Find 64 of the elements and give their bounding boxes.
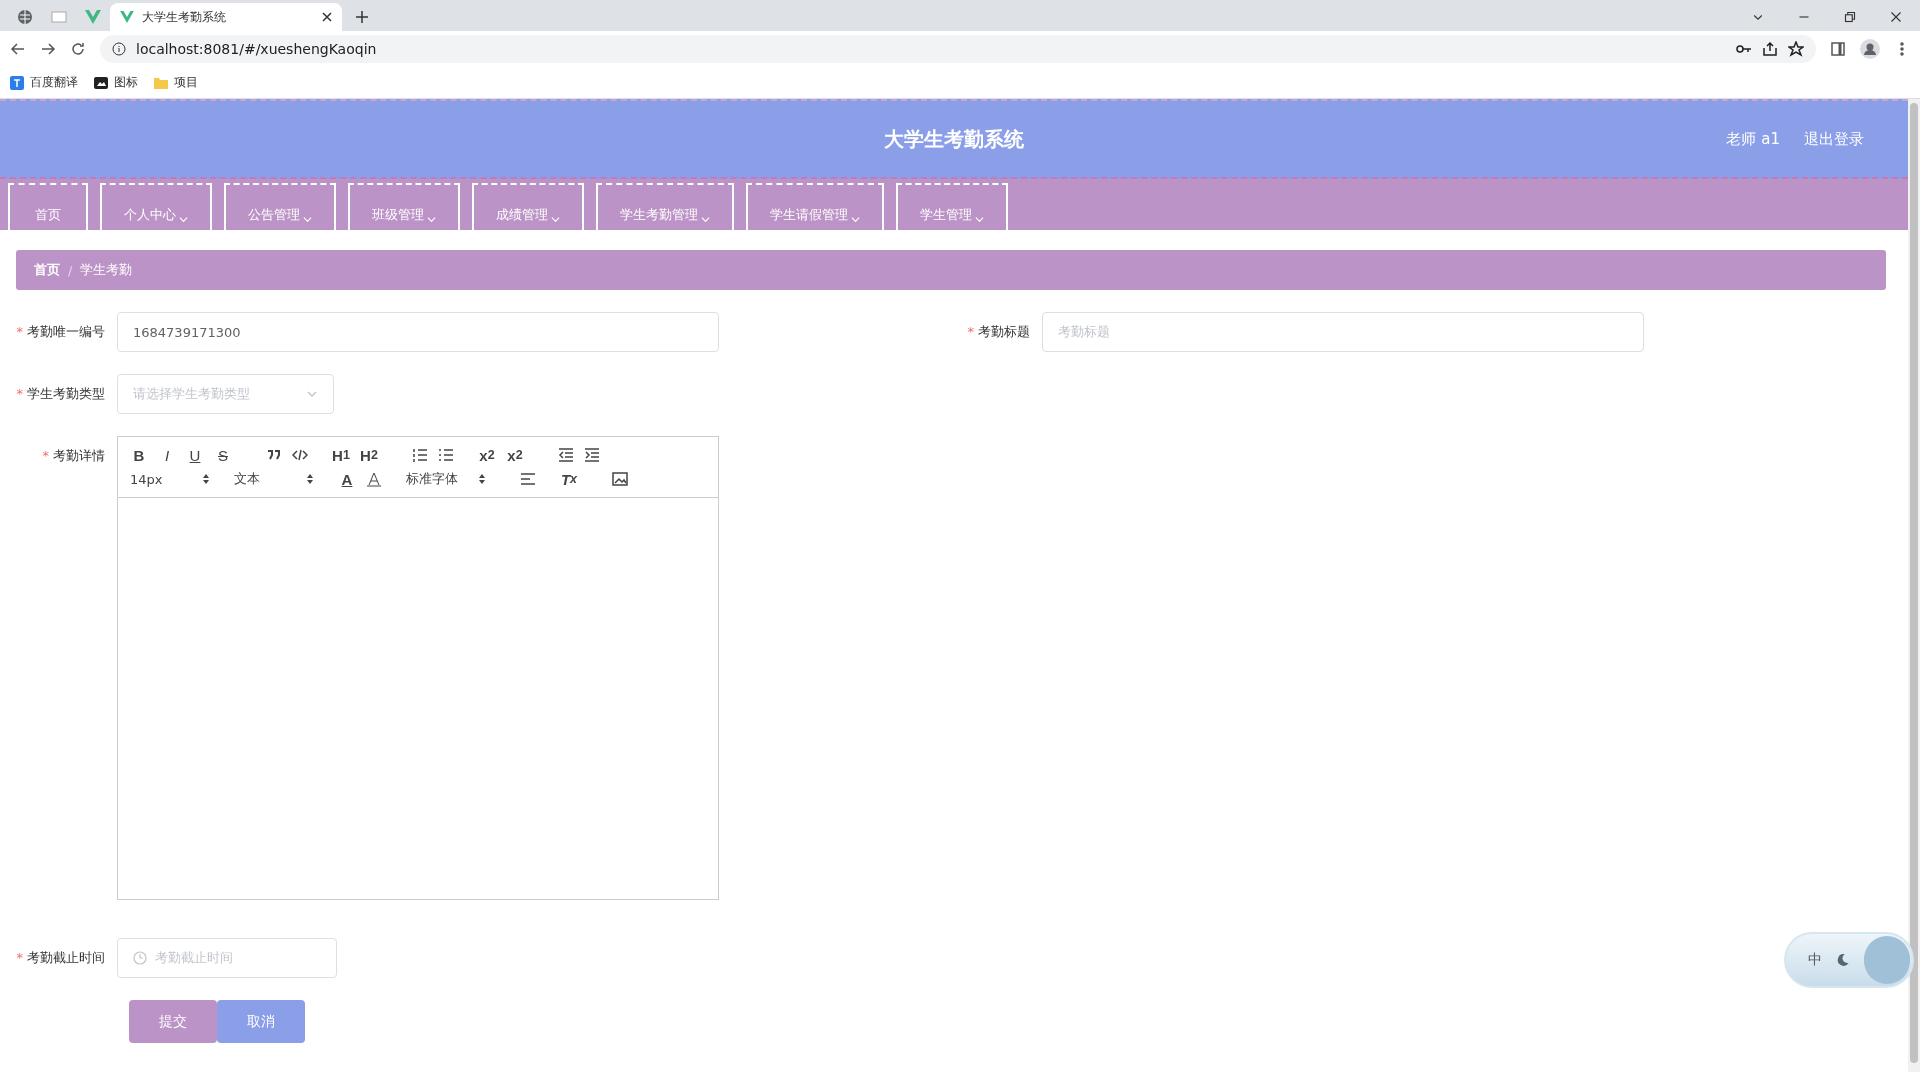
image-icon [94,75,108,90]
highlight-icon[interactable] [366,471,382,487]
address-bar[interactable]: localhost:8081/#/xueshengKaoqin [100,35,1816,63]
required-mark: * [967,323,975,341]
toolbar-select[interactable]: 14px [130,471,210,487]
field-label: 考勤标题 [978,323,1030,341]
v-logo-icon [120,11,134,23]
restore-icon[interactable] [1844,11,1856,23]
field-label: 考勤唯一编号 [27,323,105,341]
clock-icon [133,951,147,965]
translate-icon [10,75,24,90]
bookmark[interactable]: 图标 [94,74,138,91]
text-color-button[interactable]: A [338,469,356,489]
bold-button[interactable]: B [130,445,148,465]
close-icon[interactable] [1890,11,1902,23]
text-field[interactable]: 1684739171300 [117,312,719,352]
toolbar-select[interactable]: 标准字体 [406,470,486,488]
strikethrough-button[interactable]: S [214,445,232,465]
share-icon[interactable] [1762,41,1778,57]
browser-tab[interactable]: 大学生考勤系统 [110,3,342,31]
required-mark: * [16,949,24,967]
image-icon[interactable] [612,471,628,487]
reload-icon[interactable] [70,41,86,57]
bullet-list-icon[interactable] [438,447,454,463]
indent-icon[interactable] [584,447,600,463]
code-icon[interactable] [292,447,308,463]
info-icon[interactable] [112,42,126,56]
bookmark[interactable]: 百度翻译 [10,74,78,91]
star-icon[interactable] [1788,41,1804,57]
field-label: 考勤截止时间 [27,949,105,967]
forward-icon[interactable] [40,41,56,57]
outdent-icon[interactable] [558,447,574,463]
numbered-list-icon[interactable] [412,447,428,463]
up-down-icon [478,473,486,485]
moon-icon [1836,953,1850,967]
underline-button[interactable]: U [186,445,204,465]
profile-icon[interactable] [1860,39,1880,59]
user-name: 老师 a1 [1726,129,1780,149]
scrollbar[interactable] [1908,99,1920,1072]
tab-title: 大学生考勤系统 [142,8,227,26]
new-tab-icon[interactable] [354,9,370,25]
toolbar-select[interactable]: 文本 [234,470,314,488]
input-method-widget[interactable]: 中 [1784,932,1914,988]
bookmark[interactable]: 项目 [154,74,198,91]
field-label: 考勤详情 [53,447,105,465]
up-down-icon [202,473,210,485]
required-mark: * [42,447,50,465]
site-title: 大学生考勤系统 [884,125,1024,153]
field-label: 学生考勤类型 [27,385,105,403]
side-panel-icon[interactable] [1830,41,1846,57]
breadcrumb-item: 学生考勤 [80,261,133,279]
italic-button[interactable]: I [158,445,176,465]
page-icon [51,11,67,23]
breadcrumb-separator: / [68,262,73,278]
url-text: localhost:8081/#/xueshengKaoqin [136,41,378,57]
globe-icon [17,9,33,25]
v-logo-icon [85,10,101,24]
required-mark: * [16,385,24,403]
back-icon[interactable] [10,41,26,57]
close-tab-icon[interactable] [322,12,332,22]
folder-icon [154,76,168,89]
align-icon[interactable] [520,471,536,487]
up-down-icon [306,473,314,485]
required-mark: * [16,323,24,341]
